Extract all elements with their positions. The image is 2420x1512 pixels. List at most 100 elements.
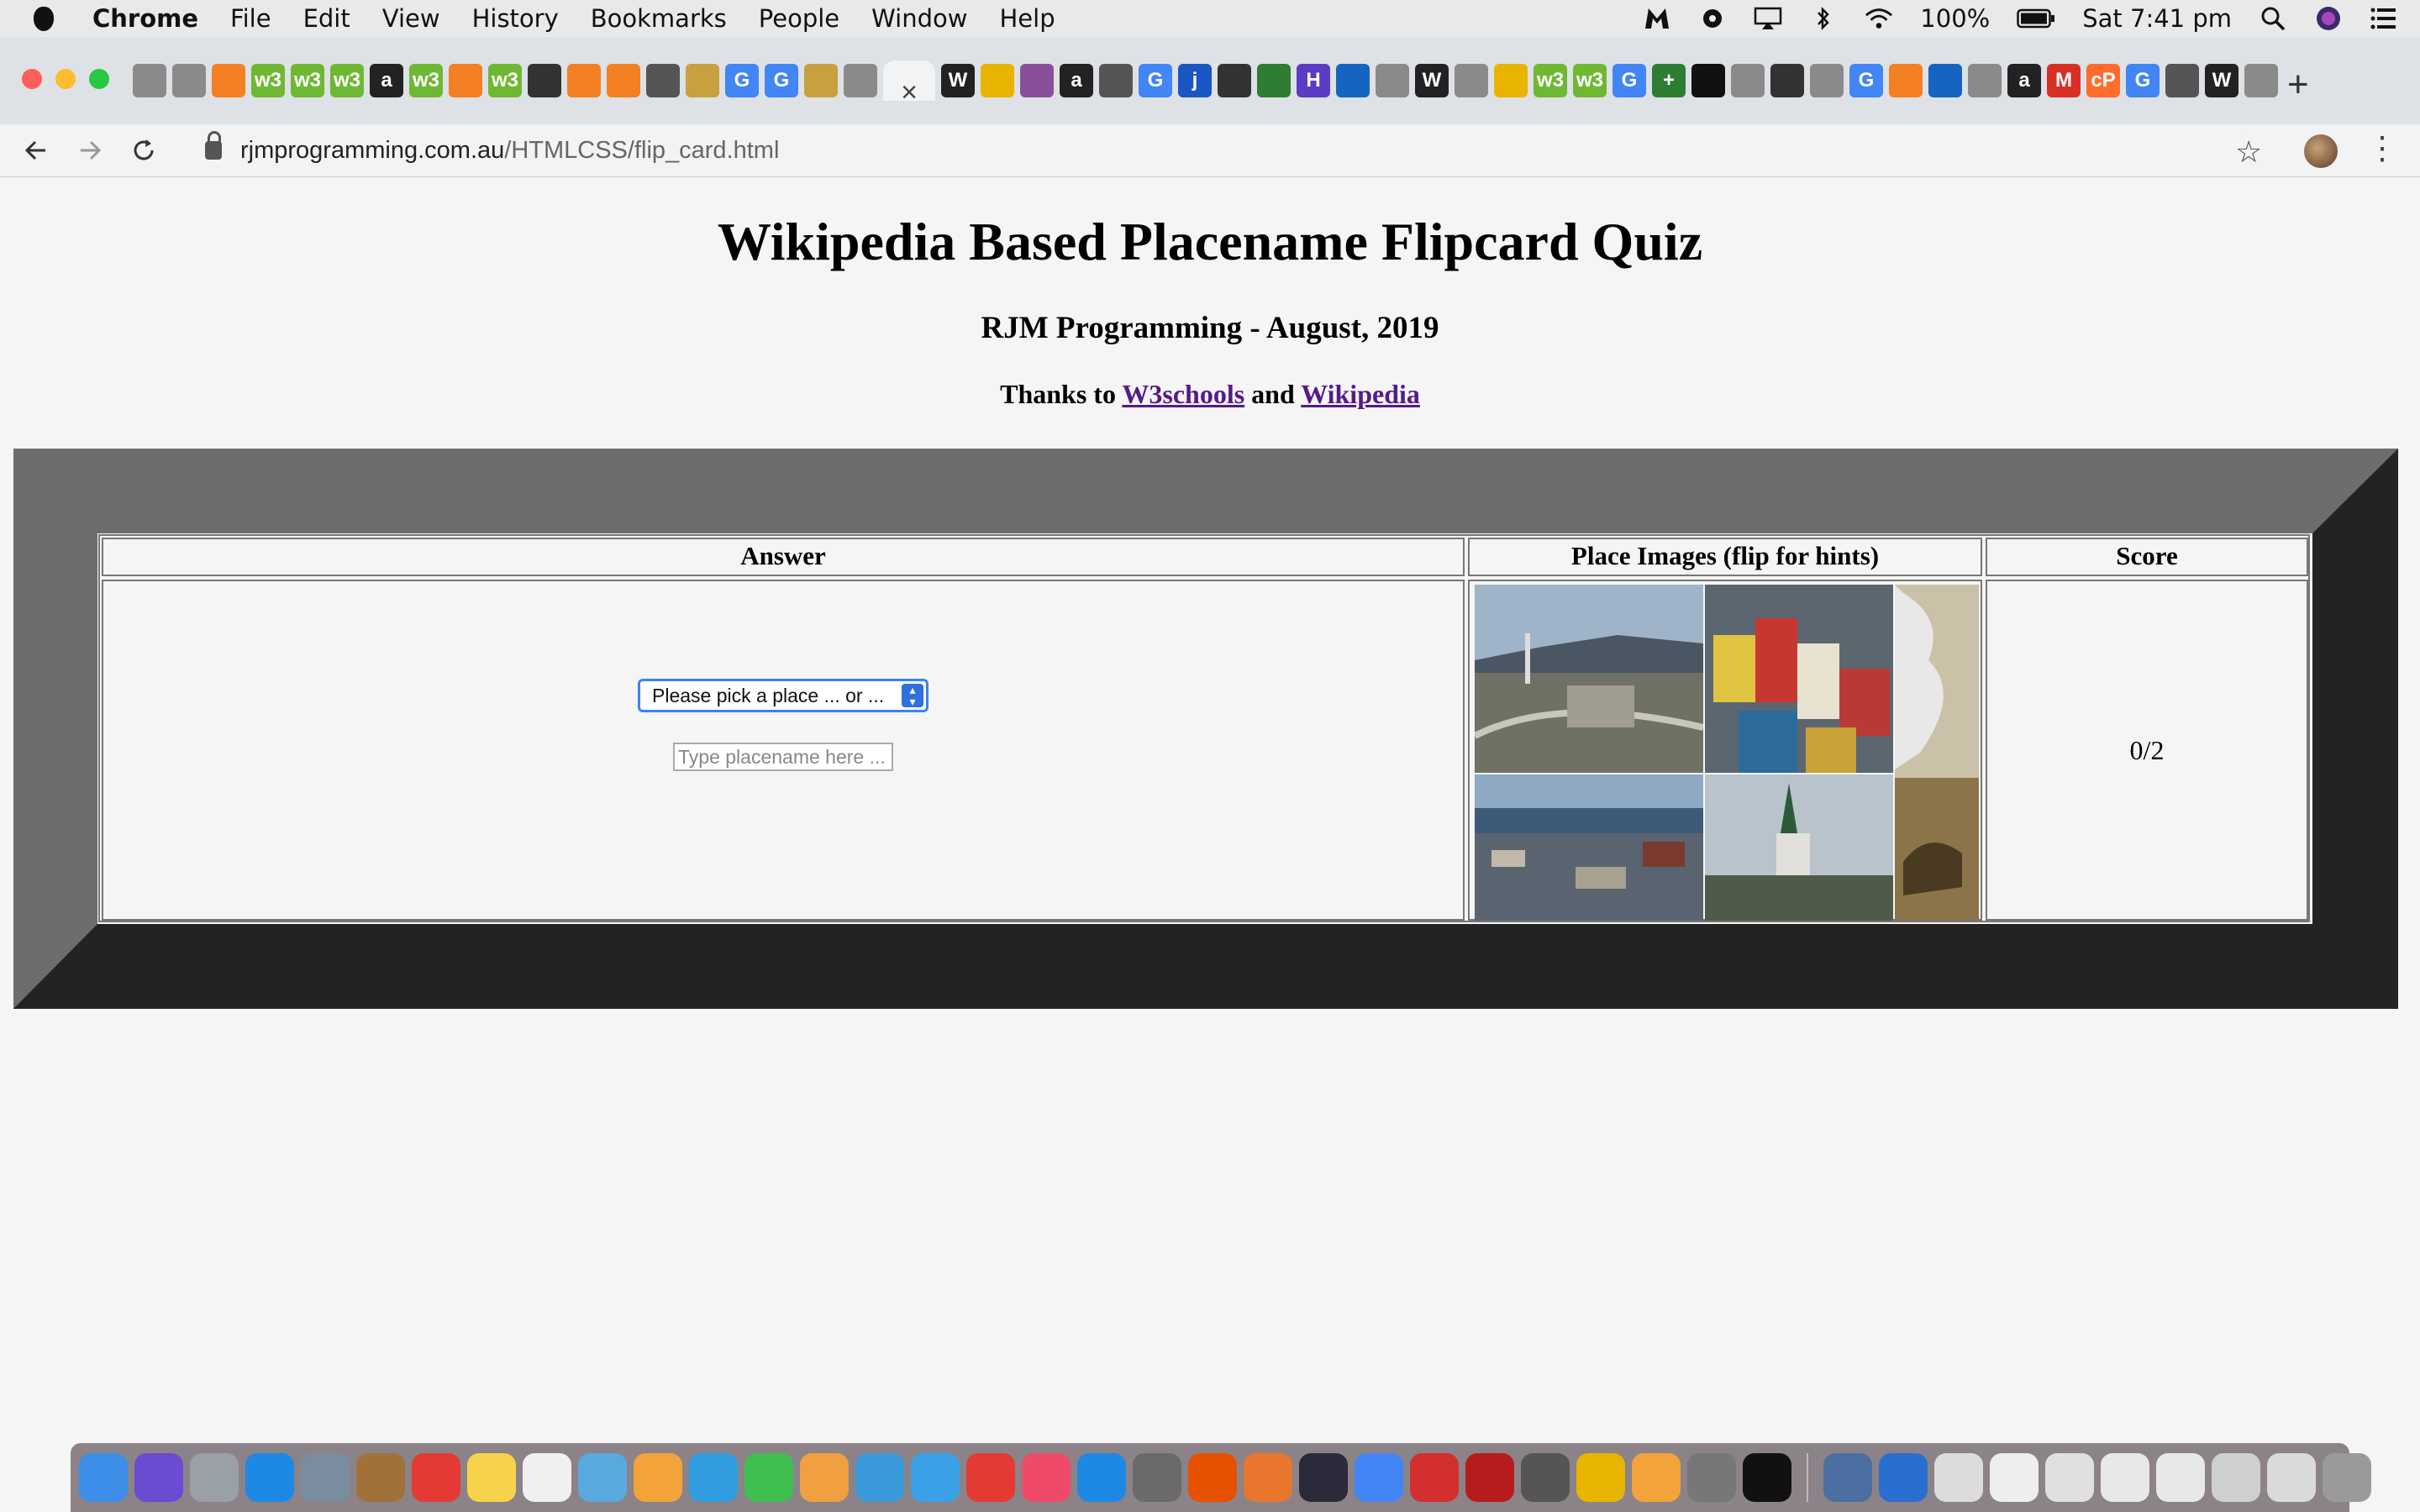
tab-favicon-icon[interactable] [172,64,206,97]
dock-app-icon[interactable] [134,1453,183,1502]
dock-app-icon[interactable] [911,1453,960,1502]
tab-favicon-icon[interactable] [1770,64,1804,97]
dock-app-icon[interactable] [1465,1453,1514,1502]
tab-favicon-icon[interactable]: W [1415,64,1449,97]
tab-favicon-icon[interactable]: M [2047,64,2081,97]
menu-view[interactable]: View [382,4,440,33]
dock-app-icon[interactable] [1410,1453,1459,1502]
tab-favicon-icon[interactable] [1218,64,1251,97]
flipcard-place-images[interactable] [1475,585,1979,921]
dock-app-icon[interactable] [634,1453,682,1502]
tab-favicon-icon[interactable]: w3 [291,64,324,97]
dock-document-icon[interactable] [2156,1453,2205,1502]
tab-favicon-icon[interactable]: w3 [330,64,364,97]
window-close-button[interactable] [22,69,42,89]
dock-app-icon[interactable] [1299,1453,1348,1502]
dock-app-icon[interactable] [467,1453,516,1502]
menu-app-name[interactable]: Chrome [92,4,198,33]
place-select[interactable]: Please pick a place ... or ... ▴ ▾ [638,679,929,712]
dock-document-icon[interactable] [2267,1453,2316,1502]
dock-app-icon[interactable] [301,1453,350,1502]
lock-icon[interactable] [205,131,222,160]
wikipedia-link[interactable]: Wikipedia [1301,379,1420,409]
tab-favicon-icon[interactable] [646,64,680,97]
dock-document-icon[interactable] [2212,1453,2260,1502]
dock-app-icon[interactable] [1244,1453,1292,1502]
dock-app-icon[interactable] [190,1453,239,1502]
dock-app-icon[interactable] [523,1453,571,1502]
dock-app-icon[interactable] [1188,1453,1237,1502]
malwarebytes-icon[interactable] [1643,7,1671,30]
dock-app-icon[interactable] [245,1453,294,1502]
tab-favicon-icon[interactable]: H [1297,64,1330,97]
tab-favicon-icon[interactable]: G [765,64,798,97]
profile-avatar[interactable] [2304,134,2338,168]
spotlight-search-icon[interactable] [2259,7,2287,31]
tab-favicon-icon[interactable] [2244,64,2278,97]
tab-favicon-icon[interactable] [607,64,640,97]
dock-document-icon[interactable] [2323,1453,2371,1502]
menu-window[interactable]: Window [871,4,967,33]
tab-favicon-icon[interactable] [567,64,601,97]
placename-input[interactable]: Type placename here ... [673,743,893,771]
tab-favicon-icon[interactable] [1889,64,1923,97]
dock-app-icon[interactable] [966,1453,1015,1502]
chrome-menu-kebab-icon[interactable]: ⋮ [2366,129,2398,167]
dock-app-icon[interactable] [1687,1453,1736,1502]
tab-favicon-icon[interactable] [528,64,561,97]
tab-favicon-icon[interactable]: w3 [488,64,522,97]
tab-favicon-icon[interactable]: G [2126,64,2160,97]
tab-favicon-icon[interactable]: W [941,64,975,97]
dock-document-icon[interactable] [1934,1453,1983,1502]
dock-app-icon[interactable] [1133,1453,1181,1502]
menu-bookmarks[interactable]: Bookmarks [591,4,727,33]
battery-icon[interactable] [2017,7,2055,30]
forward-arrow-icon[interactable] [71,131,109,170]
tab-favicon-icon[interactable] [449,64,482,97]
tab-favicon-icon[interactable]: w3 [409,64,443,97]
dock-app-icon[interactable] [1576,1453,1625,1502]
tab-favicon-icon[interactable]: cP [2086,64,2120,97]
tab-favicon-icon[interactable] [2165,64,2199,97]
bookmark-star-icon[interactable]: ☆ [2235,134,2262,170]
menu-file[interactable]: File [230,4,271,33]
tab-favicon-icon[interactable]: G [1612,64,1646,97]
dock-app-icon[interactable] [356,1453,405,1502]
dock-document-icon[interactable] [2045,1453,2094,1502]
dock-document-icon[interactable] [1823,1453,1872,1502]
menu-help[interactable]: Help [999,4,1055,33]
tab-favicon-icon[interactable]: a [370,64,403,97]
active-tab-close-icon[interactable]: × [883,60,935,101]
tab-favicon-icon[interactable] [1494,64,1528,97]
tab-favicon-icon[interactable] [212,64,245,97]
dock-app-icon[interactable] [412,1453,460,1502]
tab-favicon-icon[interactable] [1376,64,1409,97]
tab-favicon-icon[interactable]: G [725,64,759,97]
dock-app-icon[interactable] [578,1453,627,1502]
dock-app-icon[interactable] [689,1453,738,1502]
dock-document-icon[interactable] [1879,1453,1928,1502]
tab-favicon-icon[interactable]: j [1178,64,1212,97]
menu-edit[interactable]: Edit [303,4,350,33]
wifi-icon[interactable] [1865,7,1893,30]
tab-favicon-icon[interactable]: w3 [251,64,285,97]
bluetooth-icon[interactable] [1809,6,1838,31]
tab-favicon-icon[interactable] [844,64,877,97]
tab-favicon-icon[interactable] [981,64,1014,97]
airplay-icon[interactable] [1754,7,1782,30]
dock-app-icon[interactable] [855,1453,904,1502]
window-zoom-button[interactable] [89,69,109,89]
tab-favicon-icon[interactable] [1731,64,1765,97]
tab-favicon-icon[interactable] [1455,64,1488,97]
dock-app-icon[interactable] [1521,1453,1570,1502]
new-tab-plus-icon[interactable]: + [2287,64,2309,106]
dock-app-icon[interactable] [1632,1453,1681,1502]
dock-app-icon[interactable] [800,1453,849,1502]
dock-app-icon[interactable] [1022,1453,1071,1502]
reload-icon[interactable] [124,131,163,170]
tab-favicon-icon[interactable] [686,64,719,97]
tab-favicon-icon[interactable]: G [1849,64,1883,97]
back-arrow-icon[interactable] [17,131,55,170]
tab-favicon-icon[interactable] [1928,64,1962,97]
dock-document-icon[interactable] [1990,1453,2039,1502]
